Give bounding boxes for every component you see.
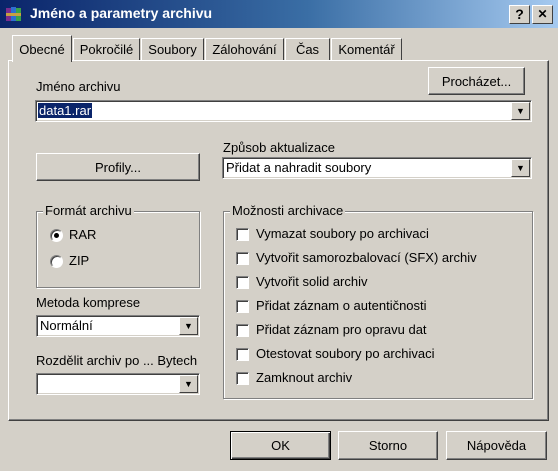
winrar-app-icon [5,5,23,23]
checkbox-lock[interactable] [236,372,249,385]
compression-method-select[interactable]: Normální ▼ [36,315,200,337]
archive-format-legend: Formát archivu [43,203,134,218]
tab-cas[interactable]: Čas [285,38,330,60]
chevron-down-icon[interactable]: ▼ [511,159,530,177]
radio-rar-label[interactable]: RAR [69,227,96,242]
split-volumes-label: Rozdělit archiv po ... Bytech [36,353,198,368]
tab-obecne[interactable]: Obecné [12,35,72,62]
update-method-select[interactable]: Přidat a nahradit soubory ▼ [222,157,532,179]
title-bar[interactable]: Jméno a parametry archivu ? ✕ [0,0,558,28]
archive-format-group: Formát archivu RAR ZIP [36,203,200,288]
radio-zip-label[interactable]: ZIP [69,253,89,268]
checkbox-delete-after-label[interactable]: Vymazat soubory po archivaci [256,226,429,241]
close-icon[interactable]: ✕ [532,5,553,24]
archive-name-combo[interactable]: data1.rar ▼ [35,100,532,122]
radio-zip[interactable] [50,255,63,268]
tab-zalohovani[interactable]: Zálohování [205,38,284,60]
cancel-button-label: Storno [368,438,408,453]
checkbox-test-label[interactable]: Otestovat soubory po archivaci [256,346,434,361]
help-button-label: Nápověda [466,438,527,453]
update-method-label: Způsob aktualizace [223,140,336,155]
chevron-down-icon[interactable]: ▼ [179,317,198,335]
tab-label: Soubory [148,42,197,57]
compression-method-value: Normální [40,318,93,333]
profiles-button-label: Profily... [95,159,141,175]
ok-button[interactable]: OK [230,431,331,460]
profiles-button[interactable]: Profily... [36,153,200,181]
window-title: Jméno a parametry archivu [30,5,213,21]
browse-button-label: Procházet... [441,73,512,89]
tab-label: Pokročilé [79,42,134,57]
chevron-down-icon[interactable]: ▼ [179,375,198,393]
cancel-button[interactable]: Storno [338,431,438,460]
checkbox-delete-after[interactable] [236,228,249,241]
tab-label: Zálohování [212,42,277,57]
chevron-down-icon[interactable]: ▼ [511,102,530,120]
checkbox-sfx-label[interactable]: Vytvořit samorozbalovací (SFX) archiv [256,250,477,265]
tab-label: Čas [295,42,320,57]
checkbox-sfx[interactable] [236,252,249,265]
help-button[interactable]: Nápověda [446,431,547,460]
tab-komentar[interactable]: Komentář [331,38,402,60]
checkbox-solid-label[interactable]: Vytvořit solid archiv [256,274,368,289]
compression-method-label: Metoda komprese [36,295,141,310]
browse-button[interactable]: Procházet... [428,67,525,95]
checkbox-authenticity-label[interactable]: Přidat záznam o autentičnosti [256,298,427,313]
checkbox-authenticity[interactable] [236,300,249,313]
tab-soubory[interactable]: Soubory [141,38,204,60]
checkbox-lock-label[interactable]: Zamknout archiv [256,370,352,385]
update-method-value: Přidat a nahradit soubory [226,160,372,175]
help-title-button[interactable]: ? [509,5,530,24]
ok-button-label: OK [271,438,290,453]
tab-label: Obecné [19,41,65,57]
checkbox-recovery[interactable] [236,324,249,337]
checkbox-recovery-label[interactable]: Přidat záznam pro opravu dat [256,322,427,337]
archive-name-value: data1.rar [38,103,93,118]
archiving-options-legend: Možnosti archivace [230,203,346,218]
checkbox-test[interactable] [236,348,249,361]
archive-name-label: Jméno archivu [36,79,121,94]
tab-pokrocile[interactable]: Pokročilé [73,38,140,60]
tab-label: Komentář [338,42,395,57]
radio-rar[interactable] [50,229,63,242]
split-volumes-select[interactable]: ▼ [36,373,200,395]
checkbox-solid[interactable] [236,276,249,289]
